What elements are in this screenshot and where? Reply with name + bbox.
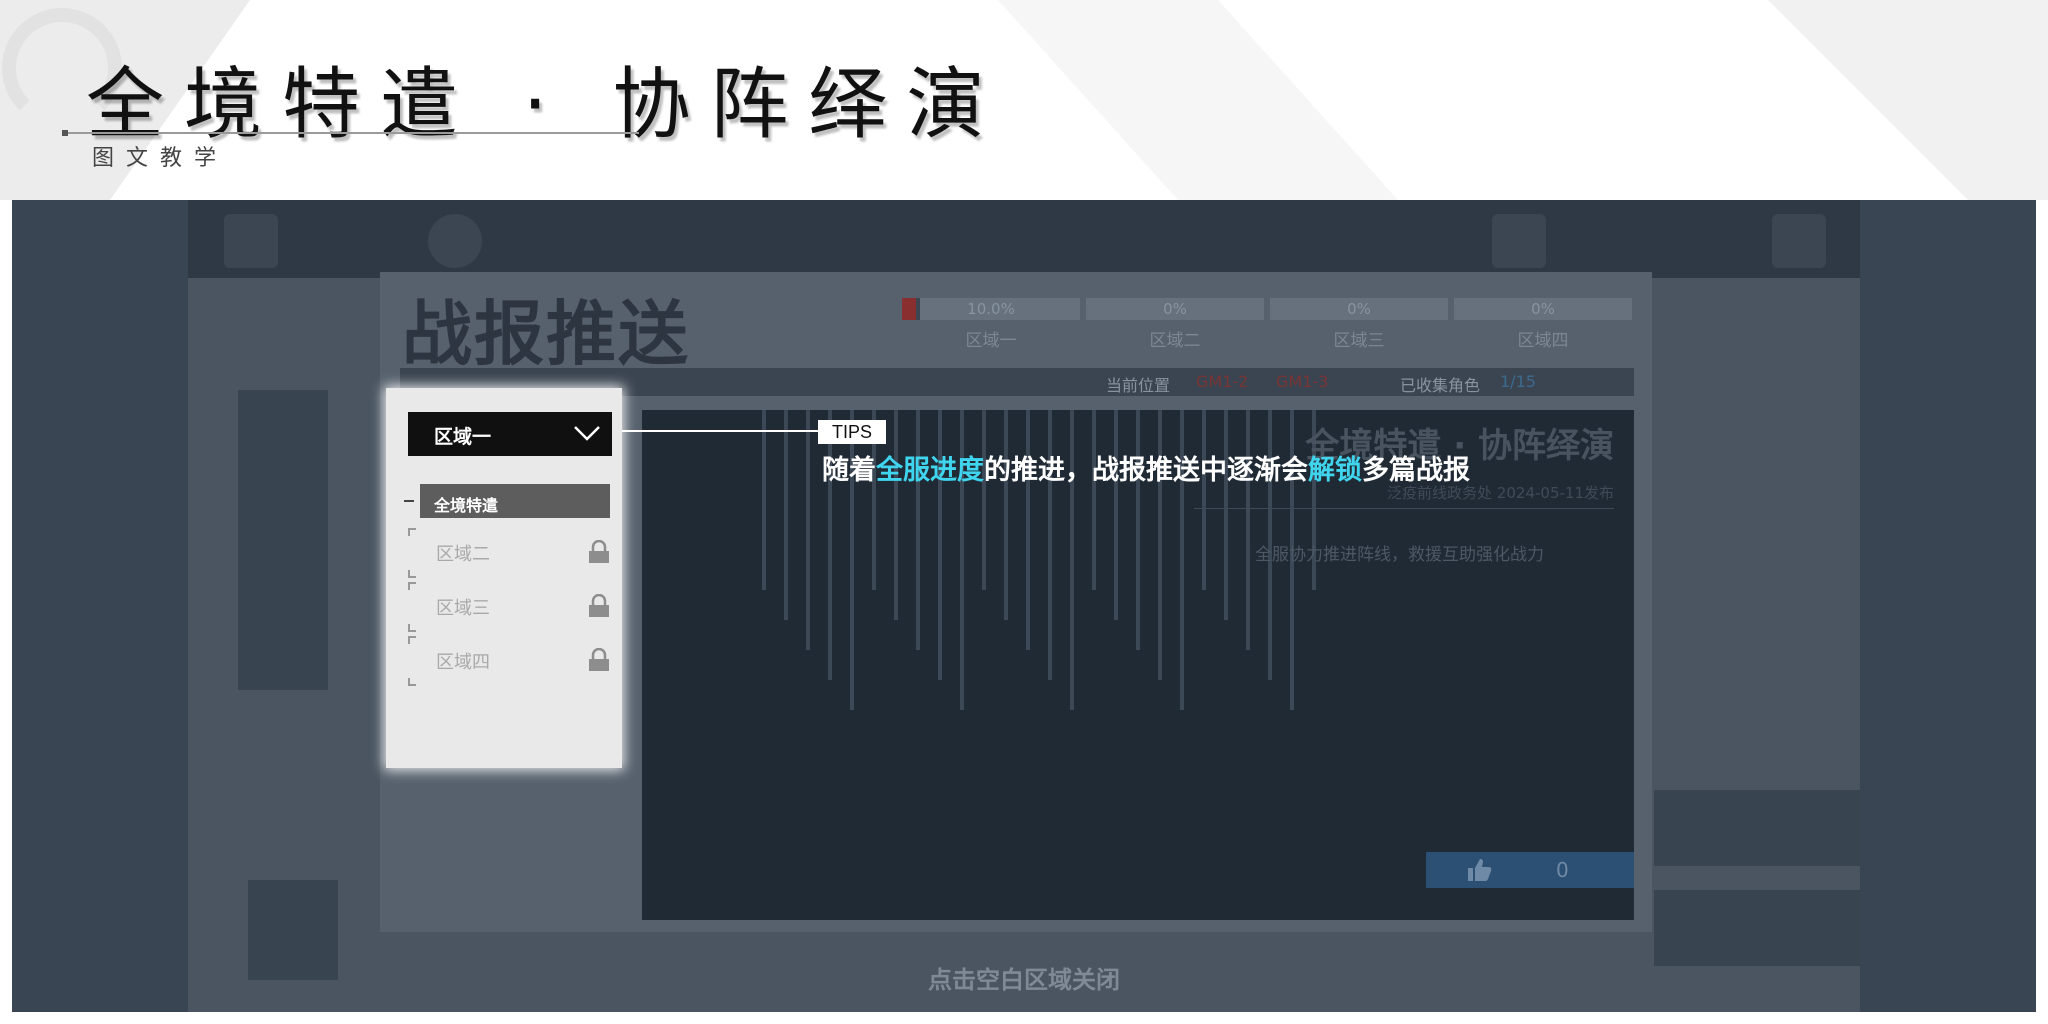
- report-description: 全服协力推进阵线，救援互助强化战力: [1255, 545, 1544, 565]
- active-item-arrow-icon: [404, 500, 414, 502]
- page-title: 全境特遣 · 协阵绎演: [86, 60, 1005, 150]
- lock-icon: [589, 540, 609, 563]
- zone-progress-text: 0%: [1163, 300, 1187, 318]
- report-art-stripe: [1224, 410, 1228, 620]
- zone-dropdown-toggle[interactable]: 区域一: [408, 412, 612, 456]
- home-icon[interactable]: [428, 214, 482, 268]
- position-label: 当前位置: [1106, 376, 1171, 395]
- report-art-stripe: [784, 410, 788, 620]
- zone-progress-bar: 0%: [1086, 298, 1264, 320]
- item-bracket: [408, 570, 416, 578]
- zone-progress-bar: 10.0%: [902, 298, 1080, 320]
- dropdown-item-zone-2[interactable]: 区域二: [408, 528, 610, 578]
- report-art-stripe: [1136, 410, 1140, 650]
- zone-progress-text: 0%: [1347, 300, 1371, 318]
- dropdown-item-zone-4[interactable]: 区域四: [408, 636, 610, 686]
- zone-label: 区域三: [1333, 331, 1385, 351]
- menu-icon[interactable]: [1772, 214, 1826, 268]
- report-art-stripe: [916, 410, 920, 650]
- dropdown-item-active[interactable]: 全境特遣: [420, 484, 610, 518]
- tips-text: 随着全服进度的推进，战报推送中逐渐会解锁多篇战报: [822, 448, 1470, 487]
- zone-dropdown-panel: 区域一 全境特遣 区域二 区域三 区域四: [386, 388, 622, 768]
- position-current: GM1-2: [1196, 372, 1249, 391]
- item-bracket: [408, 678, 416, 686]
- report-art-stripe: [982, 410, 986, 590]
- screenshot-frame: 战报推送 10.0% 区域一 0% 区域二 0% 区域三 0% 区域四 当前位置: [12, 200, 2036, 1012]
- tips-highlight: 解锁: [1308, 455, 1362, 486]
- zone-progress-text: 0%: [1531, 300, 1555, 318]
- background-right-card-1: [1654, 790, 1860, 866]
- report-art-stripe: [806, 410, 810, 650]
- item-bracket: [408, 636, 416, 644]
- title-underline-dot: [62, 130, 68, 136]
- report-art-stripe: [1092, 410, 1096, 590]
- zone-label: 区域二: [1149, 331, 1201, 351]
- like-count: 0: [1556, 858, 1569, 882]
- tips-text-part: 随着: [822, 455, 876, 486]
- background-side-card: [238, 390, 328, 690]
- report-art-stripe: [762, 410, 766, 590]
- tips-highlight: 全服进度: [876, 455, 984, 486]
- report-art-stripe: [1004, 410, 1008, 620]
- title-underline: [64, 132, 639, 134]
- lock-icon: [589, 648, 609, 671]
- item-bracket: [408, 582, 416, 590]
- like-button[interactable]: 0: [1426, 852, 1634, 888]
- page-subtitle: 图文教学: [92, 146, 229, 171]
- thumbs-up-icon: [1468, 859, 1492, 881]
- report-art-stripe: [1202, 410, 1206, 590]
- report-art-stripe: [1246, 410, 1250, 650]
- background-right-card-2: [1654, 890, 1860, 966]
- close-hint[interactable]: 点击空白区域关闭: [188, 960, 1860, 995]
- zone-progress-text: 10.0%: [967, 300, 1015, 318]
- collected-label: 已收集角色: [1400, 376, 1481, 395]
- position-next: GM1-3: [1276, 372, 1329, 391]
- modal-title: 战报推送: [402, 293, 690, 375]
- zone-label: 区域四: [1517, 331, 1569, 351]
- collected-value: 1/15: [1500, 372, 1536, 391]
- report-art-stripe: [1026, 410, 1030, 650]
- dropdown-item-label: 区域四: [436, 652, 490, 673]
- tips-text-part: 多篇战报: [1362, 455, 1470, 486]
- report-art-stripe: [894, 410, 898, 620]
- back-icon[interactable]: [224, 214, 278, 268]
- tutorial-header: 全境特遣 · 协阵绎演 图文教学: [0, 0, 2048, 200]
- item-bracket: [408, 528, 416, 536]
- settings-icon[interactable]: [1492, 214, 1546, 268]
- zone-progress-bar: 0%: [1270, 298, 1448, 320]
- item-bracket: [408, 624, 416, 632]
- tips-text-part: 的推进，战报推送中逐渐会: [984, 455, 1308, 486]
- zone-label: 区域一: [965, 331, 1017, 351]
- dropdown-item-zone-3[interactable]: 区域三: [408, 582, 610, 632]
- tips-tag: TIPS: [818, 420, 886, 444]
- dropdown-item-active-label: 全境特遣: [434, 496, 499, 515]
- zone-dropdown-selected: 区域一: [434, 426, 492, 448]
- report-divider: [1194, 508, 1614, 509]
- report-art-stripe: [1114, 410, 1118, 620]
- zone-progress-bar: 0%: [1454, 298, 1632, 320]
- chevron-down-icon: [574, 426, 600, 441]
- tips-connector-line: [622, 430, 818, 432]
- lock-icon: [589, 594, 609, 617]
- dropdown-item-label: 区域二: [436, 544, 490, 565]
- dropdown-item-label: 区域三: [436, 598, 490, 619]
